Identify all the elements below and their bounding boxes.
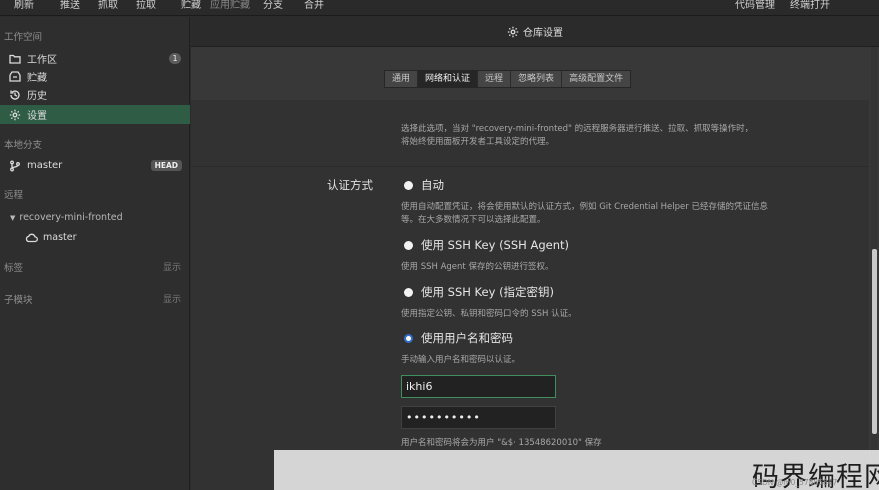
submodules-show-button[interactable]: 显示 [163, 292, 181, 305]
merge-button[interactable]: 合并 [304, 0, 324, 11]
radio-button[interactable] [404, 180, 413, 190]
auth-option-auto-desc: 使用自动配置凭证，将会使用默认的认证方式，例如 Git Credential H… [401, 202, 768, 225]
tab-remotes[interactable]: 远程 [478, 71, 512, 87]
main-content: 仓库设置 通用 网络和认证 远程 忽略列表 高级配置文件 选择此选项，当对 "r… [191, 17, 879, 490]
stash-icon [8, 70, 22, 84]
sidebar-item-workspace[interactable]: 工作区 1 [0, 49, 190, 68]
settings-tabs: 通用 网络和认证 远程 忽略列表 高级配置文件 [384, 70, 632, 88]
gear-icon [8, 108, 22, 122]
tab-ignore-list[interactable]: 忽略列表 [511, 71, 563, 87]
refresh-button[interactable]: 刷新 [14, 0, 34, 11]
apply-stash-button[interactable]: 应用贮藏 [210, 0, 250, 11]
branch-item-master[interactable]: master HEAD [0, 156, 190, 175]
radio-button[interactable] [404, 287, 413, 297]
credential-save-note: 用户名和密码将会为用户 "&$· 13548620010" 保存 [401, 438, 602, 448]
radio-button[interactable] [404, 240, 413, 250]
remotes-section-title: 远程 [4, 190, 24, 201]
tab-network-auth[interactable]: 网络和认证 [418, 71, 479, 87]
changes-count-badge: 1 [169, 53, 181, 64]
remote-branch-label: master [43, 232, 77, 243]
auth-option-ssh-key[interactable]: 使用 SSH Key (指定密钥) [404, 284, 554, 300]
settings-panel: 选择此选项，当对 "recovery-mini-fronted" 的远程服务器进… [191, 100, 869, 490]
pull-button[interactable]: 拉取 [136, 0, 156, 11]
sidebar-item-history[interactable]: 历史 [0, 85, 190, 104]
tab-advanced-config[interactable]: 高级配置文件 [562, 71, 631, 87]
sidebar-item-stash[interactable]: 贮藏 [0, 67, 190, 86]
history-icon [8, 88, 22, 102]
remote-label: recovery-mini-fronted [19, 212, 123, 223]
cloud-icon [24, 231, 38, 245]
fetch-button[interactable]: 抓取 [98, 0, 118, 11]
sidebar: 工作空间 工作区 1 贮藏 历史 设置 本地分支 master HEAD 远程 [0, 17, 190, 490]
section-divider [191, 166, 869, 167]
stash-button[interactable]: 贮藏 [181, 0, 201, 11]
folder-icon [8, 52, 22, 66]
sidebar-item-label: 工作区 [27, 55, 57, 66]
branch-label: master [27, 160, 63, 171]
auth-option-ssh-key-desc: 使用指定公钥、私钥和密码口令的 SSH 认证。 [401, 309, 577, 319]
scrollbar-thumb[interactable] [872, 249, 877, 434]
push-button[interactable]: 推送 [60, 0, 80, 11]
sidebar-item-label: 贮藏 [27, 73, 47, 84]
username-input[interactable] [401, 375, 556, 398]
tags-show-button[interactable]: 显示 [163, 260, 181, 273]
radio-button-selected[interactable] [404, 333, 413, 343]
branch-icon [8, 159, 22, 173]
password-input[interactable] [401, 406, 556, 429]
page-title: 仓库设置 [523, 28, 563, 39]
auth-option-auto[interactable]: 自动 [404, 177, 444, 193]
terminal-open-button[interactable]: 终端打开 [790, 0, 830, 11]
remote-item[interactable]: ▼ recovery-mini-fronted [0, 208, 190, 227]
sidebar-item-settings[interactable]: 设置 [0, 105, 190, 124]
auth-option-username-password-desc: 手动输入用户名和密码以认证。 [401, 355, 521, 365]
top-toolbar: 刷新 推送 抓取 拉取 贮藏 应用贮藏 分支 合并 代码管理 终端打开 [0, 0, 879, 16]
auth-option-ssh-agent-desc: 使用 SSH Agent 保存的公钥进行签权。 [401, 262, 554, 272]
sidebar-item-label: 历史 [27, 91, 47, 102]
tab-general[interactable]: 通用 [385, 71, 419, 87]
auth-option-username-password[interactable]: 使用用户名和密码 [404, 330, 513, 346]
proxy-description: 选择此选项，当对 "recovery-mini-fronted" 的远程服务器进… [401, 124, 754, 147]
remote-branch-master[interactable]: master [0, 228, 190, 247]
auth-method-label: 认证方式 [327, 178, 373, 192]
submodules-section-title: 子模块 [4, 295, 33, 306]
branch-button[interactable]: 分支 [263, 0, 283, 11]
code-manage-button[interactable]: 代码管理 [735, 0, 775, 11]
caret-down-icon: ▼ [10, 213, 16, 222]
auth-option-ssh-agent[interactable]: 使用 SSH Key (SSH Agent) [404, 237, 569, 253]
local-branches-section-title: 本地分支 [4, 140, 43, 151]
settings-header: 仓库设置 [191, 17, 879, 47]
gear-icon [507, 26, 519, 37]
head-badge: HEAD [150, 160, 182, 171]
sidebar-item-label: 设置 [27, 111, 47, 122]
tags-section-title: 标签 [4, 263, 24, 274]
workspace-section-title: 工作空间 [4, 32, 43, 43]
watermark-subtext: CSDN @m0_57885847 [752, 478, 838, 487]
